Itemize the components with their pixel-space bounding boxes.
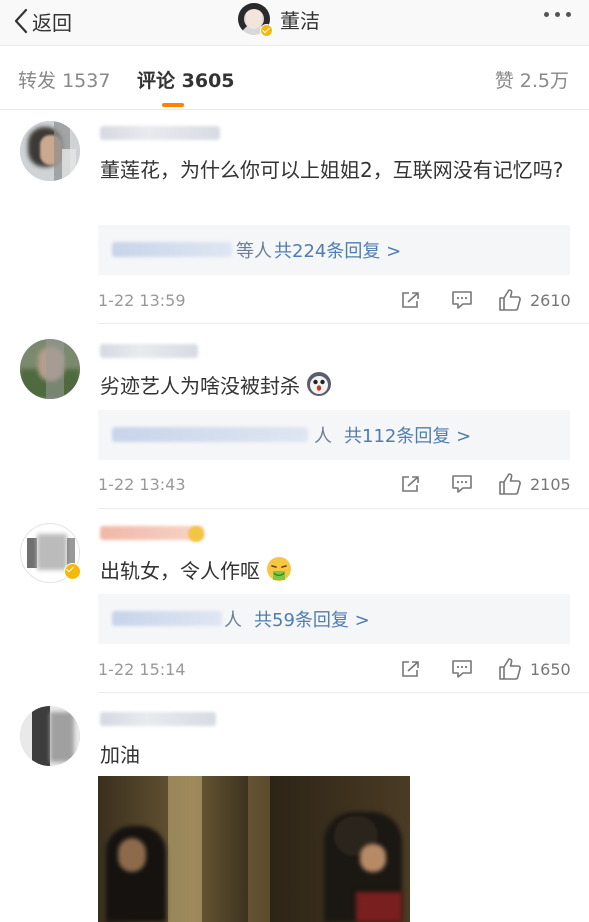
verified-badge-icon	[64, 563, 81, 580]
reply-suffix: 等人	[236, 241, 272, 262]
tab-label: 评论	[137, 70, 176, 92]
reply-summary[interactable]: 等人 共224条回复 >	[98, 225, 570, 275]
member-badge-icon	[188, 526, 204, 542]
comment-text: 出轨女，令人作呕	[100, 556, 570, 586]
tab-count: 3605	[181, 70, 235, 92]
comment-time: 1-22 13:43	[98, 475, 186, 494]
back-label: 返回	[32, 10, 72, 35]
reply-usernames-blurred	[112, 611, 222, 626]
nav-bar: 返回 董洁	[0, 0, 589, 46]
divider	[98, 508, 589, 509]
comment-image[interactable]	[98, 776, 410, 922]
tab-like[interactable]: 赞 2.5万	[495, 66, 569, 93]
avatar[interactable]	[20, 706, 80, 766]
tab-count: 2.5万	[519, 70, 569, 92]
reply-count-link[interactable]: 共112条回复 >	[344, 422, 471, 448]
like-count: 2610	[530, 291, 571, 310]
reply-suffix: 人	[314, 426, 332, 447]
username-blurred[interactable]	[100, 126, 220, 140]
tab-label: 转发	[18, 70, 57, 92]
reply-usernames-blurred	[112, 242, 232, 257]
avatar[interactable]	[20, 523, 81, 583]
divider	[98, 692, 589, 693]
thumbs-up-icon[interactable]	[498, 657, 522, 681]
reply-count-link[interactable]: 共59条回复 >	[254, 606, 370, 632]
comment-icon[interactable]	[451, 290, 473, 310]
comment-time: 1-22 15:14	[98, 660, 186, 679]
tab-bar: 转发 1537 评论 3605 赞 2.5万	[0, 46, 589, 110]
share-icon[interactable]	[400, 659, 422, 679]
avatar[interactable]	[20, 121, 80, 181]
comment-text: 董莲花，为什么你可以上姐姐2，互联网没有记忆吗?	[100, 158, 564, 182]
comment-text: 加油	[100, 743, 140, 767]
page-title: 董洁	[280, 8, 320, 33]
active-tab-indicator	[162, 103, 184, 107]
tab-repost[interactable]: 转发 1537	[18, 66, 110, 93]
reply-usernames-blurred	[112, 427, 308, 442]
divider	[98, 323, 589, 324]
reply-suffix: 人	[224, 610, 242, 631]
vomiting-face-icon	[267, 557, 292, 581]
comment-meta: 1-22 13:59 2610	[98, 288, 571, 313]
reply-summary[interactable]: 人 共59条回复 >	[98, 594, 570, 644]
share-icon[interactable]	[400, 474, 422, 494]
tab-count: 1537	[62, 70, 111, 92]
comment-meta: 1-22 13:43 2105	[98, 472, 571, 497]
comment-icon[interactable]	[451, 474, 473, 494]
username-blurred[interactable]	[100, 344, 198, 358]
comment-text: 劣迹艺人为啥没被封杀	[100, 371, 570, 401]
avatar[interactable]	[20, 339, 80, 399]
username-blurred[interactable]	[100, 712, 216, 726]
reply-count-link[interactable]: 共224条回复 >	[274, 237, 401, 263]
reply-summary[interactable]: 人 共112条回复 >	[98, 410, 570, 460]
profile-header[interactable]: 董洁	[238, 2, 320, 37]
share-icon[interactable]	[400, 290, 422, 310]
like-count: 1650	[530, 660, 571, 679]
tab-label: 赞	[494, 70, 514, 92]
thumbs-up-icon[interactable]	[498, 472, 522, 496]
comment-meta: 1-22 15:14 1650	[98, 657, 571, 682]
more-options-button[interactable]	[544, 12, 571, 17]
like-count: 2105	[530, 475, 571, 494]
verified-badge-icon	[260, 24, 273, 37]
scared-face-icon	[307, 372, 332, 396]
comment-time: 1-22 13:59	[98, 291, 186, 310]
thumbs-up-icon[interactable]	[498, 288, 522, 312]
back-button[interactable]: 返回	[14, 6, 72, 36]
tab-comment[interactable]: 评论 3605	[137, 66, 235, 93]
chevron-left-icon	[14, 8, 28, 34]
comment-icon[interactable]	[451, 659, 473, 679]
avatar[interactable]	[238, 3, 273, 37]
